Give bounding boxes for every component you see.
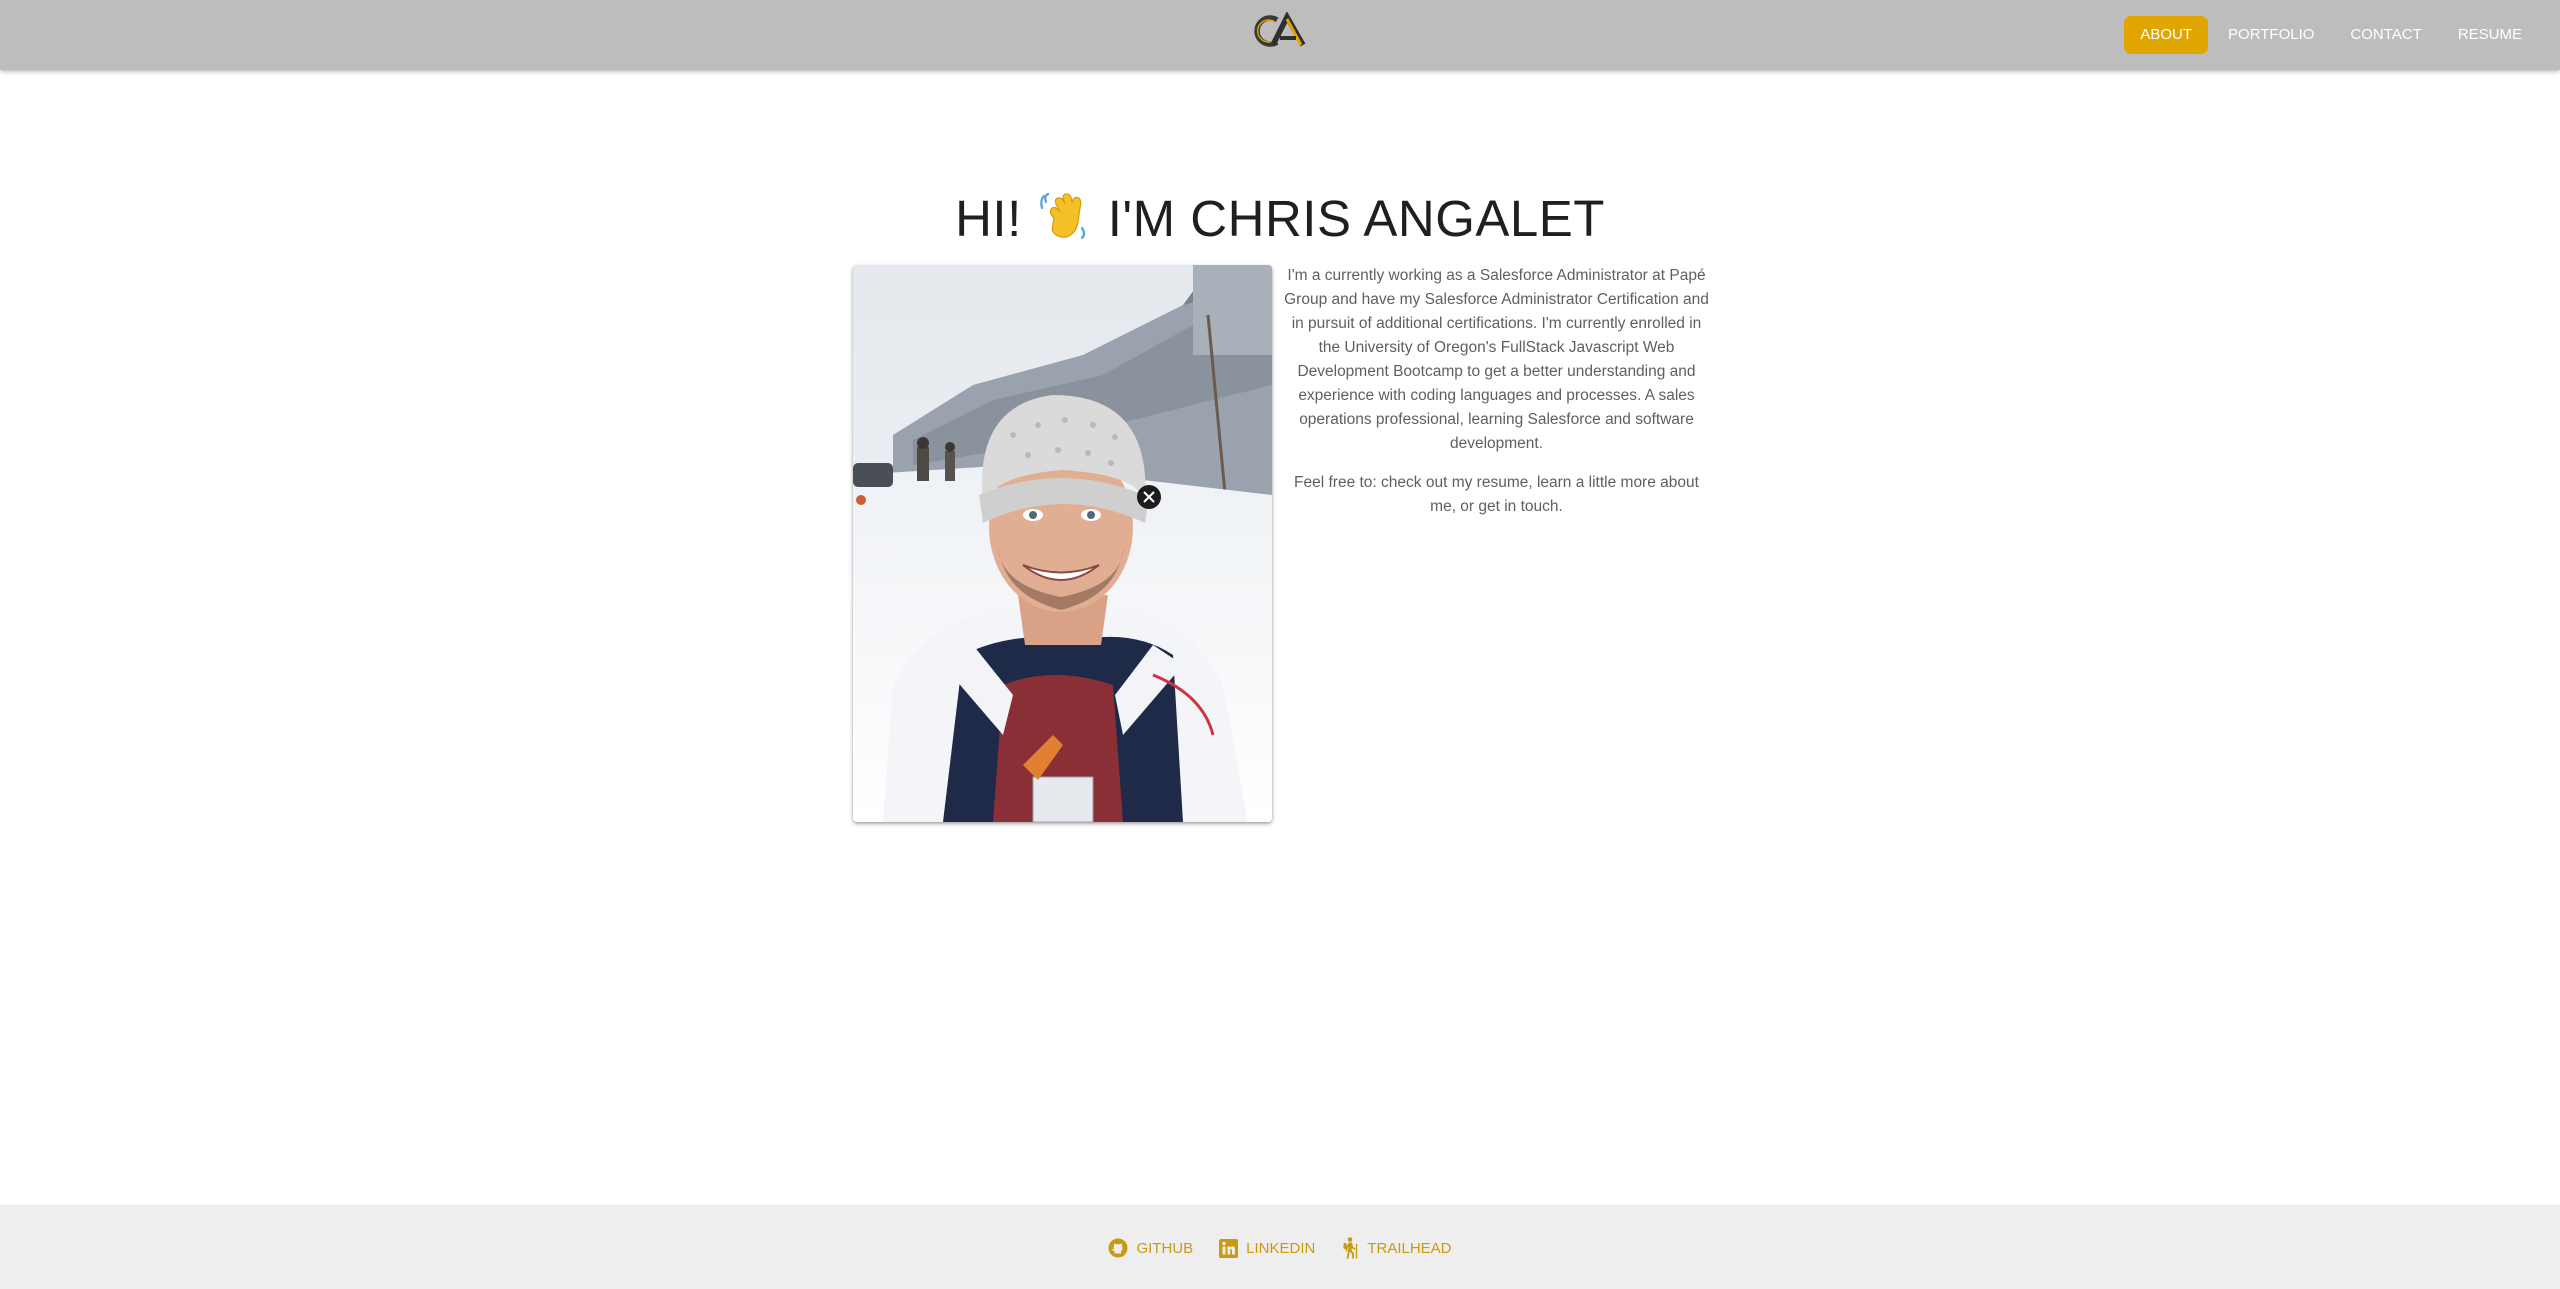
nav-contact[interactable]: CONTACT	[2334, 16, 2437, 54]
footer: GITHUB LINKEDIN TRAILHEAD	[0, 1205, 2560, 1289]
github-label: GITHUB	[1136, 1239, 1194, 1257]
nav-portfolio[interactable]: PORTFOLIO	[2212, 16, 2330, 54]
hiker-icon	[1343, 1237, 1358, 1259]
social-links: GITHUB LINKEDIN TRAILHEAD	[0, 1237, 2560, 1259]
linkedin-link[interactable]: LINKEDIN	[1219, 1237, 1315, 1259]
bio-text: I'm a currently working as a Salesforce …	[1284, 264, 1709, 534]
profile-photo-image	[853, 265, 1272, 822]
linkedin-icon	[1219, 1238, 1239, 1258]
bio-call-to-action: Feel free to: check out my resume, learn…	[1294, 474, 1699, 515]
bio-paragraph: I'm a currently working as a Salesforce …	[1284, 267, 1709, 452]
title-name: I'M CHRIS ANGALET	[1107, 190, 1605, 247]
github-icon	[1108, 1238, 1128, 1258]
linkedin-label: LINKEDIN	[1246, 1239, 1316, 1257]
main-nav: ABOUT PORTFOLIO CONTACT RESUME	[2124, 16, 2538, 54]
trailhead-label: TRAILHEAD	[1367, 1239, 1452, 1257]
nav-about[interactable]: ABOUT	[2124, 16, 2209, 54]
about-section: HI! I'M CHRIS ANGALET I'm a currently wo…	[0, 70, 2560, 1205]
waving-hand-icon	[1039, 192, 1085, 240]
profile-photo	[853, 265, 1272, 822]
page-title: HI! I'M CHRIS ANGALET	[0, 188, 2560, 249]
navbar: ABOUT PORTFOLIO CONTACT RESUME	[0, 0, 2560, 70]
github-link[interactable]: GITHUB	[1108, 1237, 1193, 1259]
title-greeting: HI!	[955, 190, 1022, 247]
logo-icon[interactable]	[1247, 12, 1313, 50]
trailhead-link[interactable]: TRAILHEAD	[1341, 1237, 1452, 1259]
nav-resume[interactable]: RESUME	[2442, 16, 2538, 54]
